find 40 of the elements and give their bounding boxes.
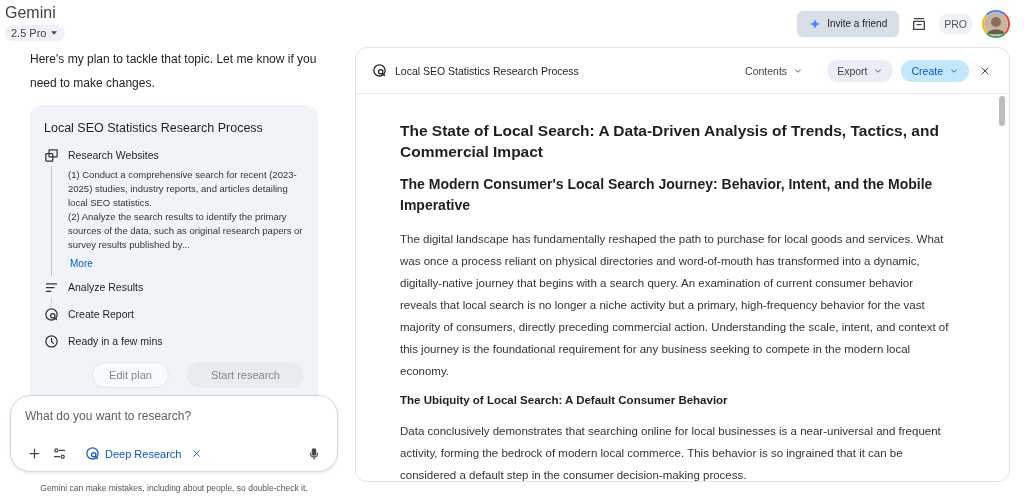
plan-badge: PRO — [939, 13, 972, 34]
step-detail: (1) Conduct a comprehensive search for recent (2023-2025) studies, industry reports, and articles detailing local SEO statistics. — [68, 168, 298, 210]
archive-icon — [911, 15, 928, 32]
more-link[interactable]: More — [70, 258, 93, 269]
section-heading: The Modern Consumer's Local Search Journey: Behavior, Intent, and the Mobile Imperative — [400, 175, 934, 215]
step-detail: (2) Analyze the search results to identify the primary sources of the data, such as original research papers or survey results published by... — [68, 210, 304, 252]
close-icon — [191, 448, 203, 459]
subsection-heading: The Ubiquity of Local Search: A Default Consumer Behavior — [400, 393, 729, 408]
search-globe-icon — [372, 63, 387, 78]
microphone-icon — [307, 446, 321, 461]
clock-icon — [44, 334, 59, 349]
export-button[interactable]: Export — [827, 59, 894, 82]
paragraph: The digital landscape has fundamentally reshaped the path to purchase for local goods and services. What was once a process reliant on physical directories and word-of-mouth has transformed into a dynamic, digitally-native journey that begins with a search query. An examination of current consumer behavior reveals that local search is no longer a niche activity but a primary, high-frequency behavior for the vast majority of consumers, directly preceding commercial action. Understanding the scale, intent, and context of this journey is the foundational requirement for any business seeking to compete in the modern local economy. — [400, 232, 950, 379]
tool-chip[interactable]: Deep Research — [83, 444, 184, 463]
create-button[interactable]: Create — [901, 59, 969, 82]
plan-title: Local SEO Statistics Research Process — [44, 120, 264, 137]
avatar[interactable] — [982, 9, 1010, 38]
paragraph: Data conclusively demonstrates that searching online for local businesses is a near-universal and frequent activity, forming the bedrock of modern local commerce. This behavior is so ingrained that it can be considered a default step in the consumer decision-making process. — [400, 424, 942, 481]
plus-icon — [27, 446, 42, 461]
response-text: Here's my plan to tackle that topic. Let me know if you need to make changes. — [30, 51, 318, 92]
step-label: Create Report — [68, 307, 135, 322]
windows-icon — [44, 148, 59, 163]
sliders-icon — [52, 446, 67, 461]
edit-button[interactable]: Edit plan — [92, 362, 169, 388]
prompt-box[interactable]: What do you want to research? Deep Research — [10, 395, 338, 472]
app-title: Gemini — [5, 4, 57, 22]
step-label: Ready in a few mins — [68, 334, 164, 349]
sparkle-icon — [809, 17, 822, 30]
document-heading: The State of Local Search: A Data-Driven Analysis of Trends, Tactics, and Commercial Impact — [400, 121, 940, 162]
scrollbar-thumb[interactable] — [999, 96, 1005, 126]
step-label: Research Websites — [68, 148, 160, 163]
search-globe-icon — [85, 446, 100, 461]
invite-button[interactable]: Invite a friend — [797, 10, 900, 37]
contents-button[interactable]: Contents — [735, 59, 814, 82]
search-globe-icon — [44, 307, 59, 322]
lines-icon — [44, 280, 59, 295]
model-selector[interactable]: 2.5 Pro — [5, 25, 66, 41]
document-title: Local SEO Statistics Research Process — [395, 64, 579, 77]
disclaimer-text: Gemini can make mistakes, including about people, so double-check it. — [39, 483, 309, 493]
step-label: Analyze Results — [68, 280, 145, 295]
